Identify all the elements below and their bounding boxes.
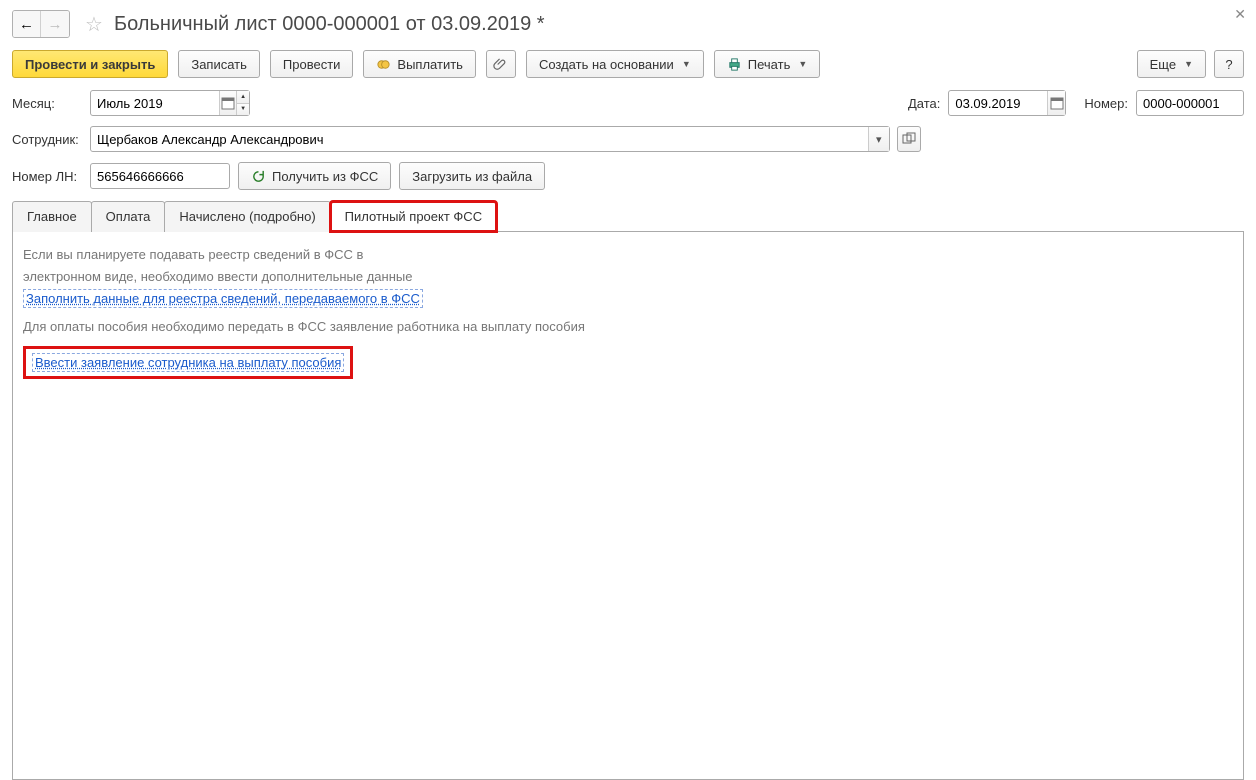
paperclip-icon bbox=[493, 57, 508, 72]
close-icon[interactable]: ✕ bbox=[1234, 6, 1246, 23]
save-button[interactable]: Записать bbox=[178, 50, 260, 78]
date-input-group bbox=[948, 90, 1066, 116]
tab-pilot-fss[interactable]: Пилотный проект ФСС bbox=[330, 201, 497, 232]
printer-icon bbox=[727, 57, 742, 72]
pay-button-label: Выплатить bbox=[397, 57, 463, 72]
chevron-down-icon: ▼ bbox=[798, 59, 807, 69]
ln-input[interactable] bbox=[91, 164, 229, 188]
load-from-file-button[interactable]: Загрузить из файла bbox=[399, 162, 545, 190]
post-and-close-button[interactable]: Провести и закрыть bbox=[12, 50, 168, 78]
ln-input-group bbox=[90, 163, 230, 189]
spinner-down[interactable]: ▼ bbox=[237, 104, 249, 116]
nav-forward-button[interactable]: → bbox=[41, 11, 69, 37]
date-input[interactable] bbox=[949, 91, 1047, 115]
get-from-fss-button[interactable]: Получить из ФСС bbox=[238, 162, 391, 190]
refresh-icon bbox=[251, 169, 266, 184]
attachment-button[interactable] bbox=[486, 50, 516, 78]
month-input-group: ▲ ▼ bbox=[90, 90, 250, 116]
month-spinner: ▲ ▼ bbox=[236, 91, 249, 115]
pilot-hint-line2: электронном виде, необходимо ввести допо… bbox=[23, 268, 1233, 286]
favorite-star-icon[interactable]: ☆ bbox=[84, 14, 104, 34]
pilot-hint2: Для оплаты пособия необходимо передать в… bbox=[23, 318, 1233, 336]
employee-label: Сотрудник: bbox=[12, 132, 82, 147]
employee-input-group: ▾ bbox=[90, 126, 890, 152]
calendar-icon[interactable] bbox=[1047, 91, 1065, 115]
tab-body-pilot: Если вы планируете подавать реестр сведе… bbox=[12, 232, 1244, 780]
create-based-on-label: Создать на основании bbox=[539, 57, 674, 72]
more-button[interactable]: Еще ▼ bbox=[1137, 50, 1206, 78]
spinner-up[interactable]: ▲ bbox=[237, 91, 249, 104]
enter-application-link[interactable]: Ввести заявление сотрудника на выплату п… bbox=[32, 353, 344, 372]
get-from-fss-label: Получить из ФСС bbox=[272, 169, 378, 184]
more-button-label: Еще bbox=[1150, 57, 1176, 72]
page-title: Больничный лист 0000-000001 от 03.09.201… bbox=[114, 13, 545, 36]
highlighted-link-box: Ввести заявление сотрудника на выплату п… bbox=[23, 346, 353, 379]
calendar-icon[interactable] bbox=[219, 91, 237, 115]
fill-registry-link[interactable]: Заполнить данные для реестра сведений, п… bbox=[23, 289, 423, 308]
month-input[interactable] bbox=[91, 91, 219, 115]
pay-button[interactable]: Выплатить bbox=[363, 50, 476, 78]
dropdown-icon[interactable]: ▾ bbox=[868, 127, 889, 151]
date-label: Дата: bbox=[908, 96, 940, 111]
arrow-left-icon: ← bbox=[19, 17, 34, 32]
month-label: Месяц: bbox=[12, 96, 82, 111]
print-button-label: Печать bbox=[748, 57, 791, 72]
open-external-icon bbox=[902, 132, 916, 146]
print-button[interactable]: Печать ▼ bbox=[714, 50, 821, 78]
open-employee-button[interactable] bbox=[897, 126, 921, 152]
ln-label: Номер ЛН: bbox=[12, 169, 82, 184]
number-input[interactable] bbox=[1137, 91, 1243, 115]
tab-main[interactable]: Главное bbox=[12, 201, 92, 232]
coins-icon bbox=[376, 57, 391, 72]
number-label: Номер: bbox=[1084, 96, 1128, 111]
tab-payment[interactable]: Оплата bbox=[91, 201, 166, 232]
post-button[interactable]: Провести bbox=[270, 50, 354, 78]
tab-accrued[interactable]: Начислено (подробно) bbox=[164, 201, 330, 232]
help-button[interactable]: ? bbox=[1214, 50, 1244, 78]
create-based-on-button[interactable]: Создать на основании ▼ bbox=[526, 50, 704, 78]
employee-input[interactable] bbox=[91, 127, 868, 151]
chevron-down-icon: ▼ bbox=[1184, 59, 1193, 69]
nav-back-button[interactable]: ← bbox=[13, 11, 41, 37]
pilot-hint-line1: Если вы планируете подавать реестр сведе… bbox=[23, 246, 1233, 264]
arrow-right-icon: → bbox=[48, 17, 63, 32]
chevron-down-icon: ▼ bbox=[682, 59, 691, 69]
number-input-group bbox=[1136, 90, 1244, 116]
